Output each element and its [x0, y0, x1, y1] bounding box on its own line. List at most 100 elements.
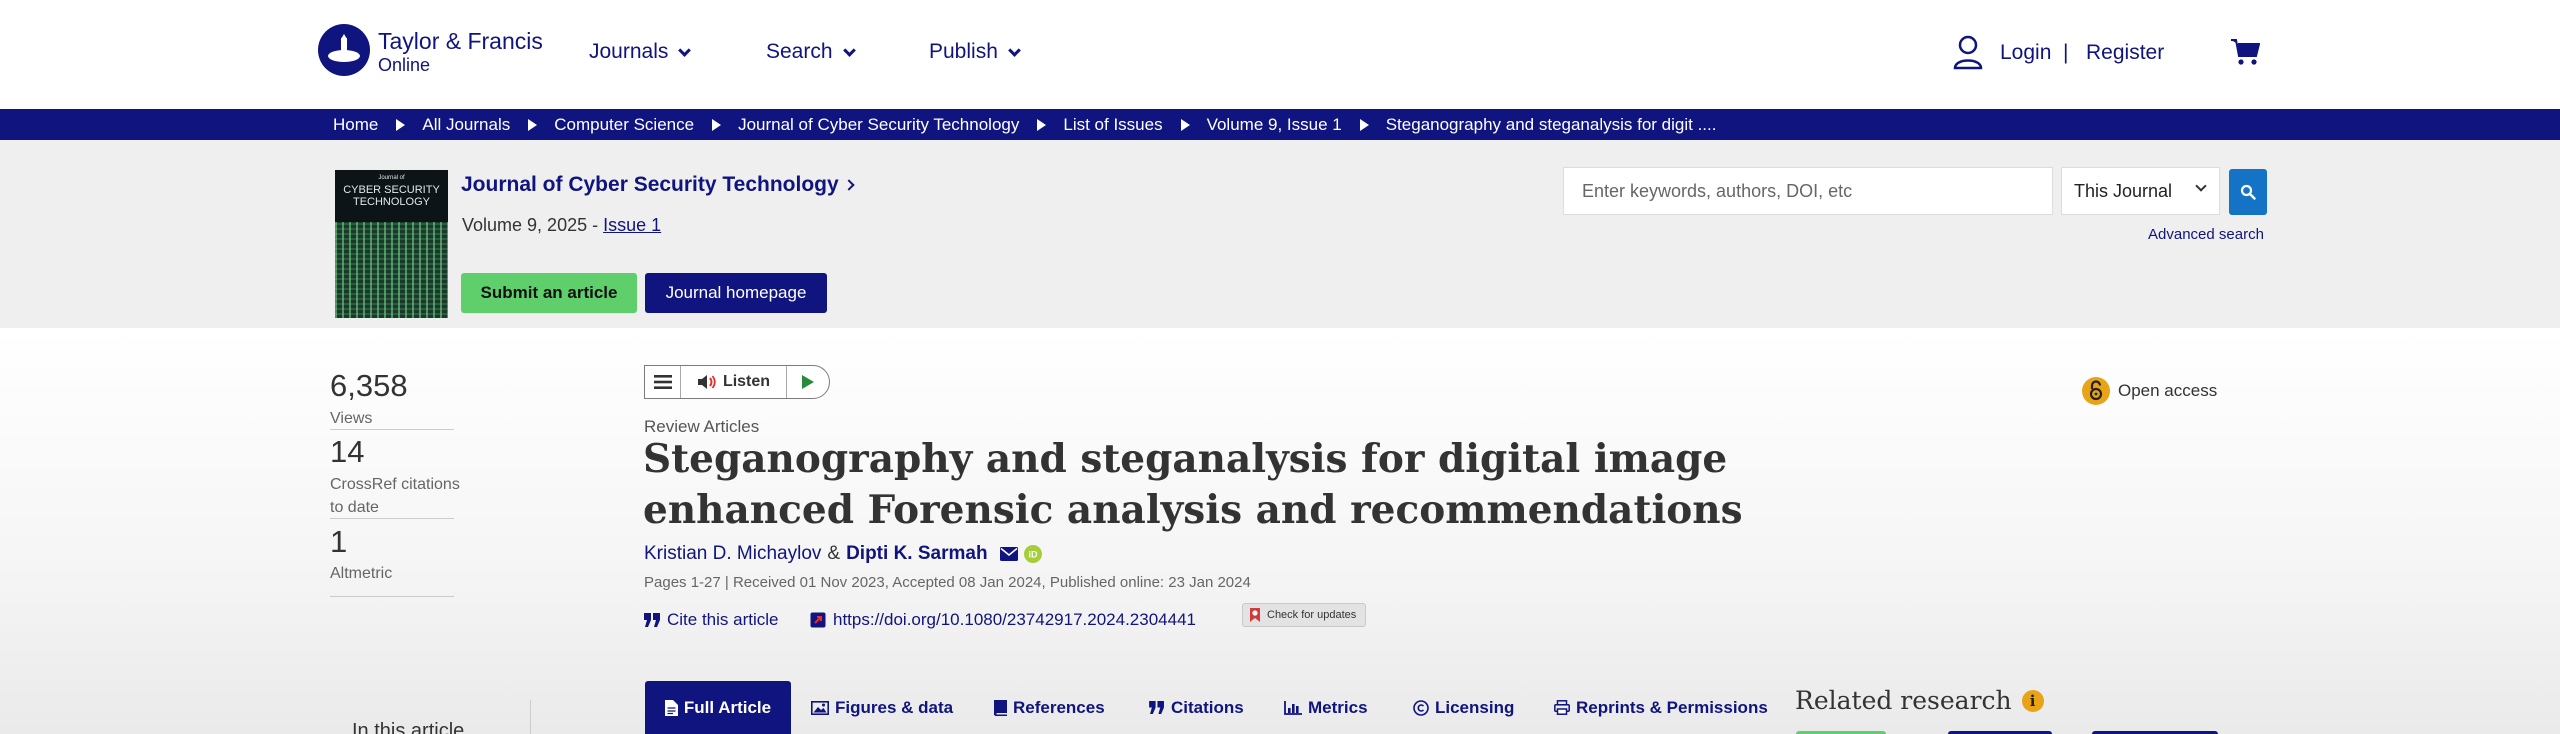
- orcid-icon[interactable]: iD: [1023, 545, 1042, 563]
- nav-search-label: Search: [766, 40, 833, 63]
- speaker-icon: [697, 375, 716, 389]
- document-icon: [664, 699, 678, 716]
- breadcrumb-bar: Home All Journals Computer Science Journ…: [0, 109, 2560, 140]
- submit-article-button[interactable]: Submit an article: [461, 273, 637, 313]
- copyright-icon: [1413, 699, 1429, 716]
- journal-volume: Volume 9, 2025 - Issue 1: [462, 215, 661, 236]
- crossmark-icon: [1250, 608, 1260, 622]
- breadcrumb-journal[interactable]: Journal of Cyber Security Technology: [738, 115, 1019, 135]
- doi-url: https://doi.org/10.1080/23742917.2024.23…: [833, 610, 1196, 629]
- breadcrumb-computer-science[interactable]: Computer Science: [554, 115, 694, 135]
- breadcrumb-arrow-icon: [1180, 118, 1190, 131]
- publication-info: Pages 1-27 | Received 01 Nov 2023, Accep…: [644, 574, 1251, 591]
- metric-altmetric-value: 1: [330, 524, 348, 559]
- metric-crossref-label: CrossRef citations to date: [330, 476, 460, 516]
- tab-references[interactable]: References: [993, 681, 1105, 734]
- info-icon[interactable]: i: [2021, 689, 2044, 712]
- metric-divider: [330, 518, 454, 519]
- advanced-search-link[interactable]: Advanced search: [2148, 226, 2264, 243]
- cover-title-text: CYBER SECURITY TECHNOLOGY: [343, 184, 440, 208]
- search-button[interactable]: [2229, 169, 2267, 215]
- listen-menu-button[interactable]: [645, 366, 681, 398]
- tab-citations[interactable]: Citations: [1149, 681, 1244, 734]
- chevron-down-icon: [842, 43, 856, 57]
- search-input[interactable]: [1563, 167, 2053, 215]
- tab-metrics[interactable]: Metrics: [1284, 681, 1368, 734]
- search-scope-value: This Journal: [2074, 180, 2173, 201]
- related-research-heading: Related research i: [1795, 686, 2044, 715]
- tab-full-article[interactable]: Full Article: [645, 681, 791, 734]
- metric-divider: [330, 429, 454, 430]
- breadcrumb: Home All Journals Computer Science Journ…: [333, 109, 1716, 140]
- metric-views-label: Views: [330, 410, 373, 427]
- metric-views-value: 6,358: [330, 368, 408, 403]
- open-access-label: Open access: [2118, 381, 2218, 400]
- tab-reprints-permissions[interactable]: Reprints & Permissions: [1554, 681, 1768, 734]
- chevron-down-icon: [1008, 43, 1021, 57]
- author-separator: &: [827, 543, 841, 564]
- nav-journals[interactable]: Journals: [589, 40, 692, 64]
- journal-homepage-button[interactable]: Journal homepage: [645, 273, 827, 313]
- volume-text: Volume 9, 2025 -: [462, 215, 604, 235]
- sidebar-divider: [530, 700, 531, 734]
- search-scope-select[interactable]: This Journal: [2061, 167, 2220, 215]
- breadcrumb-current-article: Steganography and steganalysis for digit…: [1385, 114, 1717, 134]
- logo-lamp-icon: [318, 24, 370, 76]
- site-header: Taylor & Francis Online Journals Search …: [0, 0, 2560, 109]
- author-link[interactable]: Dipti K. Sarmah: [846, 543, 987, 565]
- breadcrumb-all-journals[interactable]: All Journals: [422, 115, 510, 135]
- quote-icon: [644, 613, 660, 627]
- breadcrumb-arrow-icon: [1359, 118, 1369, 131]
- tab-figures-data[interactable]: Figures & data: [811, 681, 953, 734]
- taylor-francis-logo[interactable]: Taylor & Francis Online: [318, 24, 543, 80]
- tab-reprints-permissions-label: Reprints & Permissions: [1576, 697, 1768, 717]
- nav-search[interactable]: Search: [766, 40, 856, 64]
- article-title: Steganography and steganalysis for digit…: [643, 436, 1743, 533]
- user-icon[interactable]: [1952, 34, 1984, 70]
- related-research-title: Related research: [1795, 686, 2012, 715]
- author-link[interactable]: Kristian D. Michaylov: [644, 543, 821, 565]
- book-icon: [994, 699, 1007, 716]
- login-link[interactable]: Login: [2000, 41, 2051, 65]
- journal-title-link[interactable]: Journal of Cyber Security Technology: [461, 173, 855, 197]
- breadcrumb-arrow-icon: [1037, 118, 1047, 131]
- svg-text:iD: iD: [1028, 550, 1038, 560]
- logo-text-line2: Online: [378, 55, 431, 75]
- listen-button[interactable]: Listen: [681, 366, 787, 398]
- play-icon: [802, 375, 814, 389]
- nav-journals-label: Journals: [589, 40, 669, 63]
- issue-link[interactable]: Issue 1: [603, 215, 661, 235]
- tab-metrics-label: Metrics: [1308, 697, 1368, 717]
- doi-link[interactable]: https://doi.org/10.1080/23742917.2024.23…: [810, 610, 1196, 630]
- email-icon[interactable]: [999, 547, 1018, 561]
- tab-licensing-label: Licensing: [1435, 697, 1515, 717]
- check-for-updates-label: Check for updates: [1267, 609, 1357, 621]
- cover-small-text: Journal of: [378, 175, 405, 181]
- metric-altmetric-label: Altmetric: [330, 565, 393, 582]
- check-for-updates-button[interactable]: Check for updates: [1242, 603, 1366, 627]
- nav-publish-label: Publish: [929, 40, 998, 63]
- open-access-icon: [2082, 377, 2110, 405]
- in-this-article-heading: In this article: [352, 720, 465, 734]
- cite-article-link[interactable]: Cite this article: [644, 610, 778, 630]
- breadcrumb-arrow-icon: [712, 118, 722, 131]
- breadcrumb-arrow-icon: [396, 118, 406, 131]
- journal-cover-image[interactable]: Journal of CYBER SECURITY TECHNOLOGY: [335, 170, 448, 318]
- nav-publish[interactable]: Publish: [929, 40, 1021, 64]
- tab-full-article-label: Full Article: [683, 697, 772, 717]
- register-link[interactable]: Register: [2086, 41, 2164, 65]
- quote-icon: [1149, 701, 1164, 714]
- listen-widget: Listen: [644, 365, 830, 399]
- chevron-down-icon: [678, 43, 692, 57]
- tab-figures-data-label: Figures & data: [835, 697, 954, 717]
- cart-icon[interactable]: [2230, 38, 2260, 66]
- author-list: Kristian D. Michaylov & Dipti K. Sarmah …: [644, 543, 1042, 565]
- menu-icon: [653, 375, 672, 389]
- search-icon: [2240, 184, 2256, 200]
- play-button[interactable]: [787, 366, 829, 398]
- breadcrumb-list-of-issues[interactable]: List of Issues: [1063, 115, 1162, 135]
- image-icon: [811, 700, 829, 715]
- tab-licensing[interactable]: Licensing: [1413, 681, 1514, 734]
- breadcrumb-volume-issue[interactable]: Volume 9, Issue 1: [1207, 115, 1342, 135]
- breadcrumb-home[interactable]: Home: [333, 115, 378, 135]
